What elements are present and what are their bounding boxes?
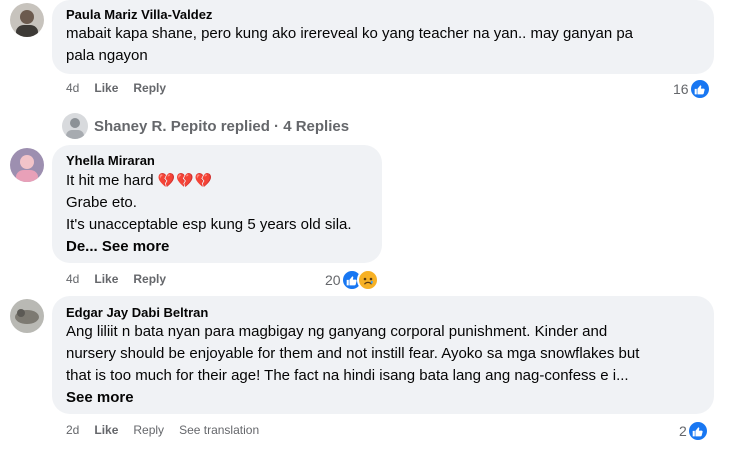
see-translation-link[interactable]: See translation xyxy=(179,423,259,437)
comment-timestamp[interactable]: 4d xyxy=(66,272,79,286)
comment-text-line: that is too much for their age! The fact… xyxy=(66,367,629,384)
comment-author[interactable]: Paula Mariz Villa-Valdez xyxy=(66,6,702,23)
avatar-paula[interactable] xyxy=(10,3,44,37)
comment-author[interactable]: Yhella Miraran xyxy=(66,152,370,169)
replies-summary-text: Shaney R. Pepito replied · 4 Replies xyxy=(94,117,350,135)
see-more-link[interactable]: See more xyxy=(102,238,170,255)
like-icon xyxy=(686,420,709,442)
comment-author[interactable]: Edgar Jay Dabi Beltran xyxy=(66,304,702,321)
comment-text-line: De... See more xyxy=(66,236,370,258)
reaction-summary-2[interactable]: 20 xyxy=(325,269,379,291)
reply-button[interactable]: Reply xyxy=(133,272,166,286)
reaction-summary-3[interactable]: 2 xyxy=(679,420,709,442)
sad-icon xyxy=(356,269,379,291)
comment-bubble-2: Yhella Miraran It hit me hard 💔💔💔 Grabe … xyxy=(52,145,382,263)
reaction-count: 2 xyxy=(679,423,687,439)
view-replies-button[interactable]: Shaney R. Pepito replied · 4 Replies xyxy=(62,113,349,139)
comment-text-line: nursery should be enjoyable for them and… xyxy=(66,345,640,362)
comment-text-line: pala ngayon xyxy=(66,47,148,64)
like-button[interactable]: Like xyxy=(94,81,118,95)
comment-bubble-3: Edgar Jay Dabi Beltran Ang liliit n bata… xyxy=(52,296,714,414)
comment-text-line: Grabe eto. xyxy=(66,194,137,211)
comment-actions-3: 2d Like Reply See translation xyxy=(66,423,274,437)
like-icon xyxy=(688,78,711,100)
reaction-count: 16 xyxy=(673,81,689,97)
comment-text: It hit me hard xyxy=(66,172,154,189)
reaction-summary-1[interactable]: 16 xyxy=(673,78,711,100)
avatar-yhella[interactable] xyxy=(10,148,44,182)
comment-text-line: mabait kapa shane, pero kung ako irereve… xyxy=(66,25,634,42)
comment-timestamp[interactable]: 4d xyxy=(66,81,79,95)
comment-actions-1: 4d Like Reply xyxy=(66,81,181,95)
broken-heart-emoji: 💔💔💔 xyxy=(157,172,214,188)
reaction-count: 20 xyxy=(325,272,341,288)
comment-bubble-1: Paula Mariz Villa-Valdez mabait kapa sha… xyxy=(52,0,714,74)
comment-timestamp[interactable]: 2d xyxy=(66,423,79,437)
reply-button[interactable]: Reply xyxy=(133,423,164,437)
see-more-link[interactable]: See more xyxy=(66,387,702,409)
truncated-text: De... xyxy=(66,238,98,255)
avatar-shaney xyxy=(62,113,88,139)
avatar-edgar[interactable] xyxy=(10,299,44,333)
like-button[interactable]: Like xyxy=(94,272,118,286)
like-button[interactable]: Like xyxy=(94,423,118,437)
comment-text-line: Ang liliit n bata nyan para magbigay ng … xyxy=(66,323,608,340)
reply-button[interactable]: Reply xyxy=(133,81,166,95)
comment-actions-2: 4d Like Reply xyxy=(66,272,181,286)
comment-text-line: It's unacceptable esp kung 5 years old s… xyxy=(66,216,352,233)
comment-text-line: It hit me hard 💔💔💔 xyxy=(66,169,370,192)
